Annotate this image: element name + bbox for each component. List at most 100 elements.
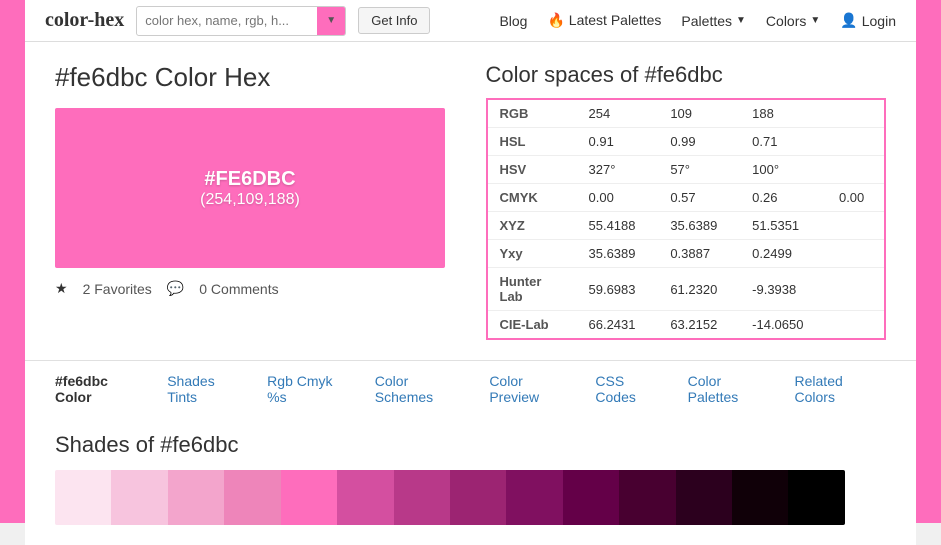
dropdown-arrow-icon: ▼ (326, 15, 336, 26)
nav-tab[interactable]: CSS Codes (595, 371, 667, 407)
color-space-v3: 100° (740, 156, 827, 184)
nav-tab[interactable]: Related Colors (795, 371, 886, 407)
color-space-v1: 327° (577, 156, 659, 184)
color-space-v3: 0.2499 (740, 240, 827, 268)
colors-dropdown[interactable]: Colors ▼ (766, 13, 820, 29)
shade-item[interactable] (788, 470, 844, 525)
shade-item[interactable] (450, 470, 506, 525)
comment-icon: 💬 (167, 280, 184, 297)
color-spaces-table: RGB254109188HSL0.910.990.71HSV327°57°100… (486, 98, 887, 340)
side-bar-right (916, 0, 941, 523)
colors-arrow-icon: ▼ (810, 15, 820, 26)
color-space-v1: 0.00 (577, 184, 659, 212)
shades-bar (55, 470, 845, 525)
shade-item[interactable] (224, 470, 280, 525)
nav-tabs: #fe6dbc Color Shades Tints Rgb Cmyk %s Colo… (25, 360, 916, 417)
color-hex-display: #FE6DBC (204, 168, 295, 191)
shade-item[interactable] (732, 470, 788, 525)
color-space-v1: 55.4188 (577, 212, 659, 240)
site-logo[interactable]: color-hex (45, 9, 124, 32)
shade-item[interactable] (55, 470, 111, 525)
color-space-row: CMYK0.000.570.260.00 (487, 184, 886, 212)
color-space-v2: 35.6389 (658, 212, 740, 240)
color-space-label: XYZ (487, 212, 577, 240)
shade-item[interactable] (619, 470, 675, 525)
shade-item[interactable] (337, 470, 393, 525)
color-space-v1: 59.6983 (577, 268, 659, 311)
color-space-label: RGB (487, 99, 577, 128)
color-space-v3: -14.0650 (740, 311, 827, 340)
color-space-row: RGB254109188 (487, 99, 886, 128)
color-space-v2: 0.57 (658, 184, 740, 212)
color-space-v3: 0.71 (740, 128, 827, 156)
color-space-label: CMYK (487, 184, 577, 212)
left-section: #fe6dbc Color Hex #FE6DBC (254,109,188) … (55, 62, 456, 340)
fire-icon: 🔥 (547, 12, 564, 28)
color-swatch: #FE6DBC (254,109,188) (55, 108, 445, 268)
shades-section: Shades of #fe6dbc (25, 417, 916, 545)
shade-item[interactable] (394, 470, 450, 525)
get-info-button[interactable]: Get Info (358, 7, 430, 34)
color-spaces-title: Color spaces of #fe6dbc (486, 62, 887, 88)
nav-tab[interactable]: Color Schemes (375, 371, 470, 407)
shade-item[interactable] (281, 470, 337, 525)
color-space-label: Hunter Lab (487, 268, 577, 311)
shade-item[interactable] (168, 470, 224, 525)
color-space-row: XYZ55.418835.638951.5351 (487, 212, 886, 240)
search-wrapper: ▼ (136, 6, 346, 36)
favorites-count[interactable]: 2 Favorites (83, 281, 152, 297)
color-space-v1: 35.6389 (577, 240, 659, 268)
nav-tab[interactable]: Color Palettes (688, 371, 775, 407)
color-space-row: HSV327°57°100° (487, 156, 886, 184)
main-content: #fe6dbc Color Hex #FE6DBC (254,109,188) … (25, 42, 916, 360)
color-space-v3: 51.5351 (740, 212, 827, 240)
shades-title: Shades of #fe6dbc (55, 432, 886, 458)
color-space-v2: 57° (658, 156, 740, 184)
color-space-v2: 109 (658, 99, 740, 128)
right-section: Color spaces of #fe6dbc RGB254109188HSL0… (486, 62, 887, 340)
color-space-v2: 61.2320 (658, 268, 740, 311)
favorites-bar: ★ 2 Favorites 💬 0 Comments (55, 280, 456, 297)
palettes-dropdown[interactable]: Palettes ▼ (681, 13, 746, 29)
search-input[interactable] (137, 8, 317, 33)
blog-link[interactable]: Blog (499, 13, 527, 29)
shade-item[interactable] (506, 470, 562, 525)
header: color-hex ▼ Get Info Blog 🔥 Latest Palet… (25, 0, 916, 42)
color-space-label: CIE-Lab (487, 311, 577, 340)
color-rgb-display: (254,109,188) (200, 191, 300, 209)
nav-tab[interactable]: #fe6dbc Color (55, 371, 147, 407)
user-icon: 👤 (840, 12, 857, 29)
color-space-v3: 188 (740, 99, 827, 128)
shade-item[interactable] (111, 470, 167, 525)
color-space-row: Hunter Lab59.698361.2320-9.3938 (487, 268, 886, 311)
side-bar-left (0, 0, 25, 523)
color-space-v3: 0.26 (740, 184, 827, 212)
header-nav: Blog 🔥 Latest Palettes Palettes ▼ Colors… (499, 12, 896, 29)
latest-palettes-link[interactable]: 🔥 Latest Palettes (547, 12, 661, 29)
color-space-label: Yxy (487, 240, 577, 268)
color-space-v2: 0.3887 (658, 240, 740, 268)
nav-tab[interactable]: Rgb Cmyk %s (267, 371, 355, 407)
color-space-row: Yxy35.63890.38870.2499 (487, 240, 886, 268)
color-title: #fe6dbc Color Hex (55, 62, 456, 93)
color-space-v1: 0.91 (577, 128, 659, 156)
color-space-label: HSV (487, 156, 577, 184)
color-space-v2: 63.2152 (658, 311, 740, 340)
palettes-arrow-icon: ▼ (736, 15, 746, 26)
color-space-v3: -9.3938 (740, 268, 827, 311)
color-space-row: HSL0.910.990.71 (487, 128, 886, 156)
shade-item[interactable] (563, 470, 619, 525)
login-link[interactable]: 👤 Login (840, 12, 896, 29)
shade-item[interactable] (676, 470, 732, 525)
color-space-v1: 66.2431 (577, 311, 659, 340)
color-preview-swatch[interactable]: ▼ (317, 7, 345, 35)
star-icon: ★ (55, 280, 68, 297)
color-space-row: CIE-Lab66.243163.2152-14.0650 (487, 311, 886, 340)
color-space-label: HSL (487, 128, 577, 156)
nav-tab[interactable]: Color Preview (489, 371, 575, 407)
comments-count[interactable]: 0 Comments (199, 281, 278, 297)
color-space-v1: 254 (577, 99, 659, 128)
color-space-v4: 0.00 (827, 184, 885, 212)
color-space-v2: 0.99 (658, 128, 740, 156)
nav-tab[interactable]: Shades Tints (167, 371, 247, 407)
